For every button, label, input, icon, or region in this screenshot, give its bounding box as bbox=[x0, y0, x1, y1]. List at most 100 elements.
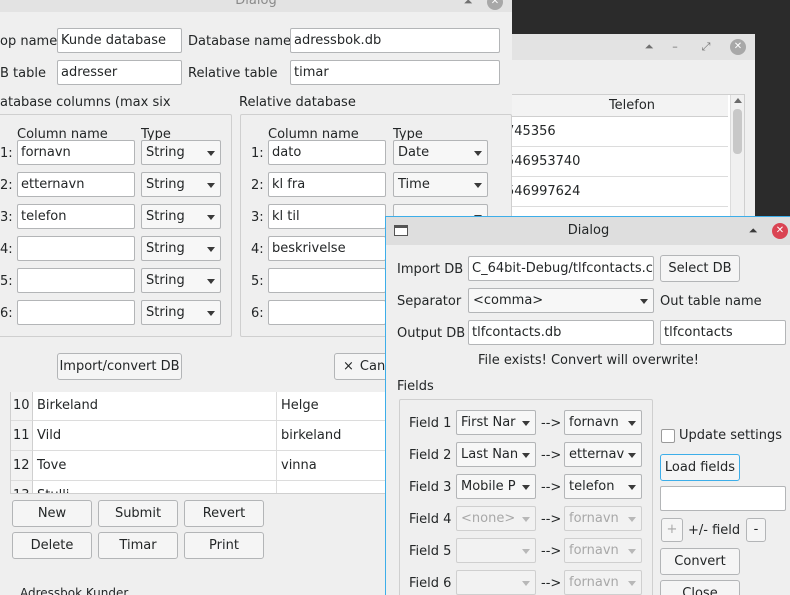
load-fields-button[interactable]: Load fields bbox=[660, 454, 740, 481]
rel-column-row-number: 2: bbox=[251, 178, 264, 193]
column-type-value: String bbox=[146, 305, 185, 320]
table-cell[interactable]: Stulli bbox=[33, 481, 277, 493]
rel-column-name-input[interactable]: kl fra bbox=[268, 172, 386, 197]
row-header[interactable]: 11 bbox=[11, 421, 33, 451]
scroll-thumb[interactable] bbox=[733, 109, 742, 154]
table-cell[interactable]: 745356 bbox=[506, 117, 728, 147]
column-type-value: String bbox=[146, 145, 185, 160]
revert-button[interactable]: Revert bbox=[184, 500, 264, 527]
column-name-input[interactable]: telefon bbox=[17, 204, 135, 229]
new-button[interactable]: New bbox=[12, 500, 92, 527]
column-type-select[interactable]: String bbox=[141, 172, 221, 197]
column-name-input[interactable] bbox=[17, 300, 135, 325]
convert-button[interactable]: Convert bbox=[660, 548, 740, 575]
db-table-input[interactable]: adresser bbox=[57, 60, 182, 85]
rel-db-label: Relative database bbox=[239, 95, 356, 110]
add-field-button[interactable]: + bbox=[661, 518, 683, 542]
output-db-input[interactable]: tlfcontacts.db bbox=[468, 320, 654, 345]
keep-above-icon[interactable]: ⏶ bbox=[745, 223, 761, 239]
minimize-icon[interactable]: – bbox=[667, 39, 683, 55]
field-source-select bbox=[456, 538, 536, 563]
column-name-input[interactable]: etternavn bbox=[17, 172, 135, 197]
table-cell[interactable]: Tove bbox=[33, 451, 277, 481]
rel-column-type-select[interactable]: Time bbox=[393, 172, 488, 197]
table-row[interactable]: 10 Birkeland Helge bbox=[11, 391, 385, 421]
table-row[interactable]: 12 Tove vinna bbox=[11, 451, 385, 481]
column-type-select[interactable]: String bbox=[141, 300, 221, 325]
update-settings-checkbox[interactable] bbox=[661, 429, 675, 443]
separator-select[interactable]: <comma> bbox=[468, 288, 654, 313]
column-name-input[interactable]: fornavn bbox=[17, 140, 135, 165]
scroll-up-icon[interactable] bbox=[734, 98, 742, 103]
table-cell[interactable]: vinna bbox=[277, 451, 385, 481]
output-db-label: Output DB bbox=[397, 326, 466, 341]
out-table-input[interactable]: tlfcontacts bbox=[660, 320, 786, 345]
field-label: Field 6 bbox=[409, 576, 452, 591]
column-type-select[interactable]: String bbox=[141, 236, 221, 261]
db-name-input[interactable]: adressbok.db bbox=[290, 28, 500, 53]
dialog2-titlebar: Dialog bbox=[386, 217, 790, 245]
remove-field-button[interactable]: - bbox=[746, 518, 766, 542]
column-header-telefon[interactable]: Telefon bbox=[506, 95, 728, 117]
field-label: Field 4 bbox=[409, 512, 452, 527]
field-label: Field 5 bbox=[409, 544, 452, 559]
field-target-select[interactable]: etternav bbox=[564, 442, 642, 467]
vertical-scrollbar[interactable] bbox=[730, 95, 744, 223]
column-type-select[interactable]: String bbox=[141, 204, 221, 229]
delete-button[interactable]: Delete bbox=[12, 532, 92, 559]
table-cell[interactable]: 546953740 bbox=[506, 147, 728, 177]
column-name-input[interactable] bbox=[17, 236, 135, 261]
import-convert-button[interactable]: Import/convert DB bbox=[57, 353, 182, 380]
timar-button[interactable]: Timar bbox=[98, 532, 178, 559]
table-row[interactable]: 11 Vild birkeland bbox=[11, 421, 385, 451]
table-cell[interactable] bbox=[277, 481, 385, 493]
select-db-button[interactable]: Select DB bbox=[660, 255, 740, 282]
field-source-select[interactable]: Mobile P bbox=[456, 474, 536, 499]
field-target-select[interactable]: fornavn bbox=[564, 410, 642, 435]
column-type-select[interactable]: String bbox=[141, 268, 221, 293]
rel-column-name-input[interactable]: beskrivelse bbox=[268, 236, 386, 261]
submit-button[interactable]: Submit bbox=[98, 500, 178, 527]
rel-column-name-input[interactable]: dato bbox=[268, 140, 386, 165]
row-header[interactable]: 12 bbox=[11, 451, 33, 481]
close-button[interactable]: Close bbox=[660, 580, 740, 595]
table-cell[interactable]: 546997624 bbox=[506, 177, 728, 207]
row-header[interactable]: 10 bbox=[11, 391, 33, 421]
close-icon[interactable]: ✕ bbox=[772, 223, 788, 239]
mapping-arrow: --> bbox=[541, 448, 562, 463]
app-name-input[interactable]: Kunde database bbox=[57, 28, 182, 53]
rel-column-name-input[interactable] bbox=[268, 268, 386, 293]
close-icon[interactable]: ✕ bbox=[730, 39, 746, 55]
column-row-number: 3: bbox=[0, 210, 13, 225]
keep-above-icon[interactable]: ⏶ bbox=[460, 0, 476, 10]
table-cell[interactable]: Vild bbox=[33, 421, 277, 451]
column-name-input[interactable] bbox=[17, 268, 135, 293]
import-db-input[interactable]: C_64bit-Debug/tlfcontacts.csv bbox=[468, 256, 654, 281]
rel-column-type-select[interactable]: Date bbox=[393, 140, 488, 165]
rel-column-name-input[interactable] bbox=[268, 300, 386, 325]
print-button[interactable]: Print bbox=[184, 532, 264, 559]
keep-above-icon[interactable]: ⏶ bbox=[641, 39, 657, 55]
table-view: 10 Birkeland Helge 11 Vild birkeland 12 Tove vin… bbox=[10, 390, 386, 494]
rel-table-input[interactable]: timar bbox=[290, 60, 500, 85]
rel-column-name-input[interactable]: kl til bbox=[268, 204, 386, 229]
update-settings-label[interactable]: Update settings bbox=[679, 428, 782, 443]
table-cell[interactable]: birkeland bbox=[277, 421, 385, 451]
table-row[interactable]: 13Stulli bbox=[11, 481, 385, 493]
field-source-select[interactable]: Last Nan bbox=[456, 442, 536, 467]
table-cell[interactable]: Helge bbox=[277, 391, 385, 421]
field-source-value: First Nar bbox=[461, 415, 516, 430]
field-name-input[interactable] bbox=[660, 486, 786, 511]
chevron-down-icon bbox=[640, 299, 648, 304]
table-cell[interactable]: Birkeland bbox=[33, 391, 277, 421]
chevron-down-icon bbox=[207, 151, 215, 156]
footer-text: Adressbok Kunder bbox=[20, 586, 129, 595]
rel-column-row-number: 1: bbox=[251, 146, 264, 161]
field-source-select[interactable]: First Nar bbox=[456, 410, 536, 435]
field-target-value: fornavn bbox=[569, 511, 619, 526]
chevron-down-icon bbox=[628, 453, 636, 458]
field-target-select[interactable]: telefon bbox=[564, 474, 642, 499]
column-type-select[interactable]: String bbox=[141, 140, 221, 165]
row-header[interactable]: 13 bbox=[11, 481, 33, 493]
maximize-icon[interactable]: ⤢ bbox=[698, 39, 714, 55]
